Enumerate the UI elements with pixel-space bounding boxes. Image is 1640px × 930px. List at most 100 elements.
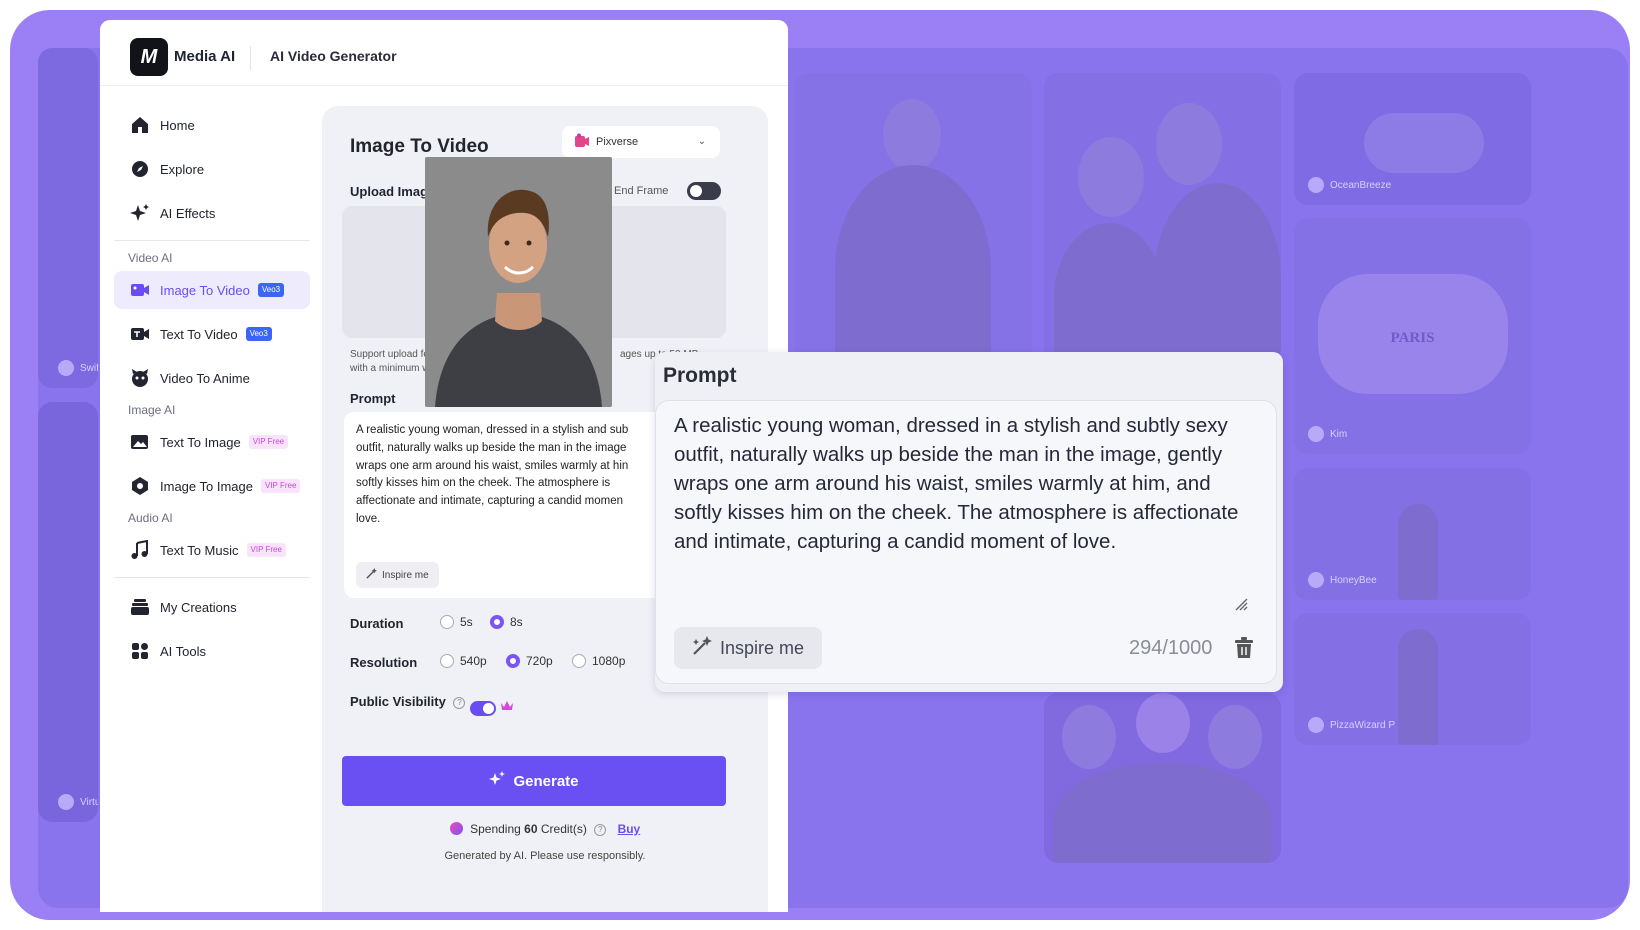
trash-icon[interactable] — [1234, 637, 1254, 664]
vip-free-badge: VIP Free — [260, 479, 301, 493]
end-frame-toggle[interactable] — [687, 182, 721, 200]
duration-label: Duration — [350, 616, 404, 631]
gallery-tile-oceanbreeze[interactable]: OceanBreeze — [1294, 73, 1531, 205]
page-title: AI Video Generator — [270, 48, 397, 64]
anime-icon — [130, 368, 150, 388]
compass-icon — [130, 159, 150, 179]
sidebar-item-ai-effects[interactable]: AI Effects — [114, 194, 310, 232]
tile-user-label: PizzaWizard P — [1308, 717, 1395, 733]
zoomed-prompt-card: Prompt A realistic young woman, dressed … — [655, 352, 1283, 692]
sidebar-item-label: Home — [160, 117, 195, 133]
gallery-tile-paris[interactable]: PARIS Kim — [1294, 218, 1531, 454]
visibility-label: Public Visibility ? — [350, 694, 466, 709]
gallery-tile-man[interactable] — [795, 73, 1032, 363]
inspire-me-button[interactable]: Inspire me — [356, 562, 439, 588]
generate-button[interactable]: Generate — [342, 756, 726, 806]
prompt-textarea[interactable]: A realistic young woman, dressed in a st… — [344, 412, 674, 598]
section-label-image: Image AI — [128, 403, 176, 417]
brand-name[interactable]: Media AI — [174, 48, 235, 65]
model-select[interactable]: Pixverse ⌄ — [562, 126, 720, 158]
sidebar-item-label: AI Tools — [160, 643, 207, 659]
sidebar-item-ai-tools[interactable]: AI Tools — [114, 632, 310, 670]
tools-icon — [130, 641, 150, 661]
help-icon[interactable]: ? — [453, 696, 466, 709]
sidebar-item-label: Text To Music — [160, 542, 239, 558]
sidebar-item-label: Image To Video — [160, 282, 250, 298]
sidebar-item-label: Text To Image — [160, 434, 241, 450]
sidebar-item-label: Image To Image — [160, 478, 253, 494]
ai-disclaimer: Generated by AI. Please use responsibly. — [444, 850, 646, 862]
gallery-tile-aliens[interactable] — [1044, 693, 1281, 863]
sidebar-item-my-creations[interactable]: My Creations — [114, 588, 310, 626]
divider — [250, 46, 251, 70]
text-image-icon — [130, 432, 150, 452]
duration-option-5s[interactable]: 5s — [440, 615, 473, 629]
music-icon — [130, 540, 150, 560]
text-video-icon — [130, 324, 150, 344]
sparkle-icon — [489, 771, 506, 791]
logo-icon[interactable]: M — [130, 38, 168, 76]
tile-user-label: HoneyBee — [1308, 572, 1377, 588]
duration-option-8s[interactable]: 8s — [490, 615, 523, 629]
resolution-option-720p[interactable]: 720p — [506, 654, 553, 668]
zoomed-prompt-textarea[interactable]: A realistic young woman, dressed in a st… — [655, 400, 1277, 684]
credit-icon — [449, 822, 463, 835]
sidebar-item-label: Explore — [160, 161, 205, 177]
prompt-label: Prompt — [350, 391, 396, 406]
divider — [114, 240, 310, 241]
creations-icon — [130, 597, 150, 617]
prompt-text: A realistic young woman, dressed in a st… — [356, 424, 629, 525]
sidebar-item-label: My Creations — [160, 599, 237, 615]
section-label-audio: Audio AI — [128, 511, 173, 525]
resize-handle-icon[interactable] — [1234, 597, 1248, 616]
sidebar-item-label: AI Effects — [160, 205, 216, 221]
section-title: Image To Video — [350, 136, 489, 157]
public-visibility-toggle[interactable] — [470, 701, 496, 716]
uploaded-photo[interactable] — [425, 157, 612, 407]
vip-free-badge: VIP Free — [246, 543, 286, 557]
image-video-icon — [130, 280, 150, 300]
sidebar-item-video-to-anime[interactable]: Video To Anime — [114, 359, 310, 397]
sidebar-item-image-to-image[interactable]: Image To Image VIP Free — [114, 467, 310, 505]
veo3-badge: Veo3 — [257, 283, 285, 297]
spending-info: Spending 60 Credit(s) ? Buy — [322, 822, 768, 836]
sidebar-item-home[interactable]: Home — [114, 106, 310, 144]
veo3-badge: Veo3 — [245, 327, 272, 341]
pixverse-icon — [574, 133, 590, 152]
top-bar: M Media AI AI Video Generator — [100, 20, 788, 86]
vip-free-badge: VIP Free — [248, 435, 289, 449]
sidebar-item-image-to-video[interactable]: Image To Video Veo3 — [114, 271, 310, 309]
tile-user-label: Swift — [58, 360, 98, 376]
sidebar-item-text-to-video[interactable]: Text To Video Veo3 — [114, 315, 310, 353]
tile-user-label: Kim — [1308, 426, 1347, 442]
man-portrait-image — [425, 157, 612, 407]
section-label-video: Video AI — [128, 251, 173, 265]
inspire-me-button-large[interactable]: Inspire me — [674, 627, 822, 669]
resolution-label: Resolution — [350, 655, 418, 670]
gallery-tile-honeybee[interactable]: HoneyBee — [1294, 468, 1531, 600]
chevron-down-icon: ⌄ — [697, 136, 706, 147]
sidebar-item-label: Video To Anime — [160, 370, 250, 386]
help-icon[interactable]: ? — [594, 823, 607, 836]
buy-link[interactable]: Buy — [618, 822, 641, 836]
zoomed-prompt-text: A realistic young woman, dressed in a st… — [674, 414, 1239, 553]
sidebar-item-explore[interactable]: Explore — [114, 150, 310, 188]
gallery-tile-swift[interactable]: Swift — [38, 48, 98, 388]
sidebar-item-label: Text To Video — [160, 326, 238, 342]
zoomed-prompt-title: Prompt — [663, 364, 737, 387]
sidebar-item-text-to-music[interactable]: Text To Music VIP Free — [114, 531, 310, 569]
gallery-tile-virtu[interactable]: Virtu — [38, 402, 98, 822]
model-value: Pixverse — [596, 136, 639, 148]
resolution-option-1080p[interactable]: 1080p — [572, 654, 625, 668]
image-image-icon — [130, 476, 150, 496]
sidebar-item-text-to-image[interactable]: Text To Image VIP Free — [114, 423, 310, 461]
sidebar: Home Explore AI Effects Video AI Image T… — [114, 106, 310, 676]
resolution-option-540p[interactable]: 540p — [440, 654, 487, 668]
paris-sign-text: PARIS — [1390, 330, 1435, 346]
tile-user-label: Virtu — [58, 794, 98, 810]
sparkle-icon — [130, 203, 150, 223]
crown-icon — [500, 699, 514, 717]
gallery-tile-pizzawizard[interactable]: PizzaWizard P — [1294, 613, 1531, 745]
end-frame-label: End Frame — [614, 185, 669, 197]
gallery-tile-couple[interactable] — [1044, 73, 1281, 363]
